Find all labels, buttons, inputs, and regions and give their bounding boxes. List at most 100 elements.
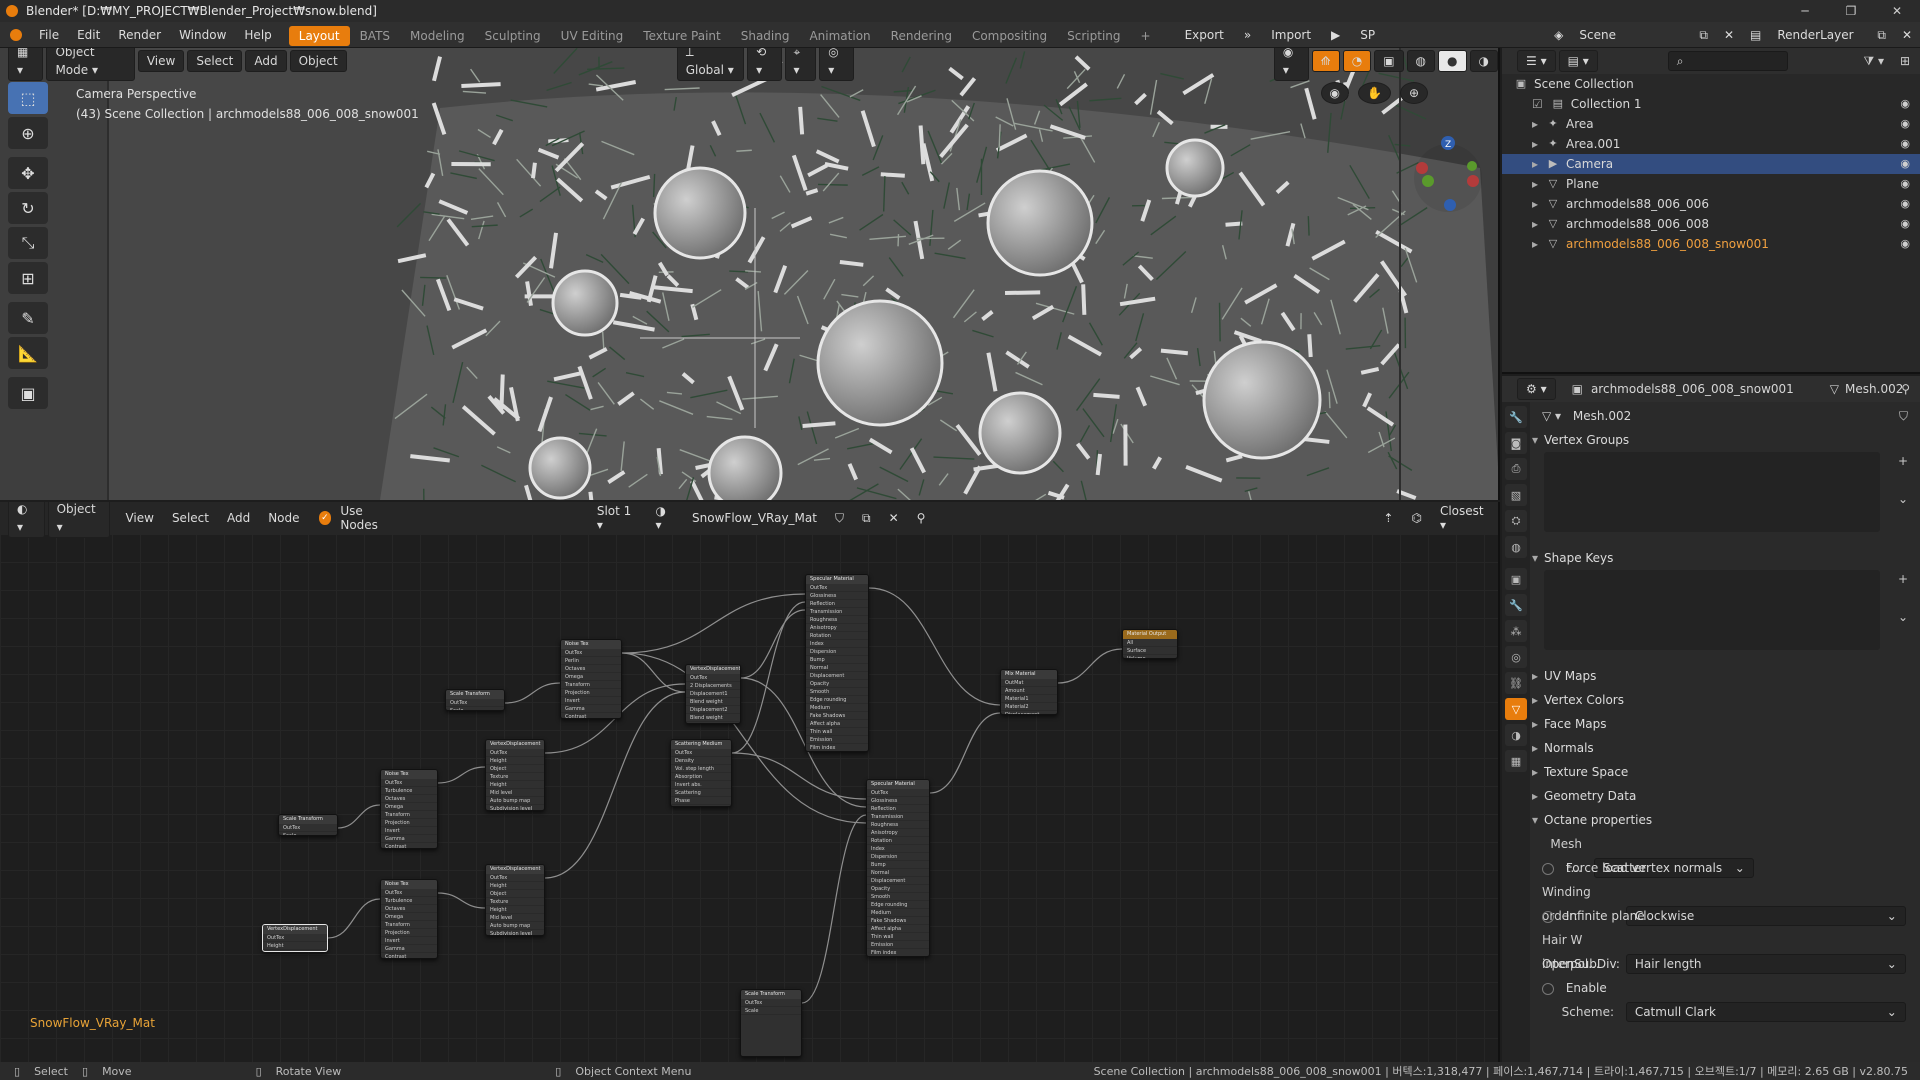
scale-icon[interactable]: ⤡ (8, 227, 48, 259)
node-socket[interactable]: Projection (381, 929, 437, 937)
node-socket[interactable]: Anisotropy (867, 829, 929, 837)
node-socket[interactable]: Transform (561, 681, 621, 689)
sp-button[interactable]: SP (1350, 28, 1385, 42)
visibility-eye-icon[interactable]: ◉ (1900, 154, 1910, 174)
node-socket[interactable]: OutTex (279, 824, 337, 832)
pan-view-icon[interactable]: ✋ (1357, 82, 1391, 104)
viewport-menu-select[interactable]: Select (187, 50, 243, 72)
node-socket[interactable]: Rotation (867, 837, 929, 845)
object-tab-icon[interactable]: ▣ (1505, 568, 1527, 590)
3d-viewport[interactable]: Z ▦ ▾ Object Mode ▾ View Select Add Object … (0, 48, 1500, 500)
physics-tab-icon[interactable]: ◎ (1505, 646, 1527, 668)
expand-arrow-icon[interactable]: ▸ (1532, 194, 1538, 214)
texture-space-panel[interactable]: Texture Space (1530, 760, 1920, 784)
node-menu-node[interactable]: Node (259, 511, 308, 525)
node-socket[interactable]: Emission (671, 805, 731, 806)
node-socket[interactable]: Displacement (1001, 711, 1057, 714)
node-socket[interactable]: Invert (381, 937, 437, 945)
node-vertexdisplacement[interactable]: VertexDisplacementOutTexHeightObjectText… (262, 924, 328, 952)
editor-type-button[interactable]: ▦ ▾ (8, 48, 44, 81)
node-socket[interactable]: Surface (1123, 647, 1177, 655)
node-socket[interactable]: Normal (867, 869, 929, 877)
node-socket[interactable]: Auto bump map (486, 797, 544, 805)
add-cube-icon[interactable]: ▣ (8, 377, 48, 409)
workspace-tab-rendering[interactable]: Rendering (881, 26, 962, 46)
material-tab-icon[interactable]: ◑ (1505, 724, 1527, 746)
node-socket[interactable]: Scale (741, 1007, 801, 1015)
outliner-item-area[interactable]: ▸ ✦ Area ◉ (1502, 114, 1920, 134)
node-noise-tex[interactable]: Noise Tex OutTex Turbulence Octaves Omega Tra… (380, 769, 438, 849)
orientation-selector[interactable]: ⟂ Global ▾ (676, 48, 745, 81)
node-noise-tex[interactable]: Noise Tex OutTex Perlin Octaves Omega Transfo… (560, 639, 622, 719)
node-socket[interactable]: Affect alpha (867, 925, 929, 933)
node-socket[interactable]: Texture (486, 898, 544, 906)
node-socket[interactable]: OutTex (381, 779, 437, 787)
close-layer-icon[interactable]: ✕ (1894, 28, 1920, 42)
slot-selector[interactable]: Slot 1 ▾ (588, 504, 647, 532)
menu-window[interactable]: Window (170, 22, 235, 48)
node-socket[interactable]: OutTex (686, 674, 740, 682)
node-socket[interactable]: Contrast (381, 843, 437, 848)
menu-edit[interactable]: Edit (68, 22, 109, 48)
add-vertex-group-icon[interactable]: + (1898, 454, 1908, 468)
node-specular-material[interactable]: Specular Material OutTex Glossiness Reflect… (866, 779, 930, 957)
node-socket[interactable]: Film index (806, 744, 868, 751)
infinite-plane-checkbox[interactable] (1542, 910, 1554, 923)
pivot-selector[interactable]: ⟲ ▾ (747, 48, 782, 81)
node-socket[interactable]: OutMat (1001, 679, 1057, 687)
scene-selector[interactable]: Scene (1571, 28, 1691, 42)
proportional-toggle[interactable]: ◎ ▾ (819, 48, 854, 81)
shape-keys-panel[interactable]: Shape Keys (1530, 546, 1920, 570)
outliner-type-button[interactable]: ☰ ▾ (1517, 50, 1556, 72)
node-socket[interactable]: Reflection (806, 600, 868, 608)
node-socket[interactable]: Emission (806, 736, 868, 744)
workspace-tab-layout[interactable]: Layout (288, 26, 350, 46)
material-name[interactable]: SnowFlow_VRay_Mat (683, 511, 826, 525)
copy-layer-icon[interactable]: ⧉ (1869, 28, 1894, 43)
node-socket[interactable]: Displacement1 (686, 690, 740, 698)
transform-icon[interactable]: ⊞ (8, 262, 48, 294)
node-socket[interactable]: Turbulence (381, 787, 437, 795)
node-material-output[interactable]: Material Output All Surface Volume (1122, 629, 1178, 659)
force-load-checkbox[interactable] (1542, 862, 1554, 875)
workspace-tab-shading[interactable]: Shading (731, 26, 800, 46)
enable-checkbox[interactable] (1542, 982, 1554, 995)
node-vertexdisplacement[interactable]: VertexDisplacementOutTexHeightObjectText… (485, 739, 545, 811)
face-maps-panel[interactable]: Face Maps (1530, 712, 1920, 736)
node-socket[interactable]: Object (263, 950, 327, 951)
node-socket[interactable]: Opacity (867, 885, 929, 893)
visibility-eye-icon[interactable]: ◉ (1900, 174, 1910, 194)
node-socket[interactable]: Transform (381, 921, 437, 929)
node-socket[interactable]: Roughness (806, 616, 868, 624)
node-socket[interactable]: Height (486, 882, 544, 890)
xray-toggle-icon[interactable]: ▣ (1374, 50, 1404, 72)
blender-menu-icon[interactable] (10, 28, 22, 41)
node-menu-select[interactable]: Select (163, 511, 218, 525)
fake-user-shield-icon[interactable]: ⛉ (1899, 404, 1908, 428)
node-socket[interactable]: Fake Shadows (806, 712, 868, 720)
expand-arrow-icon[interactable]: ▸ (1532, 214, 1538, 234)
node-socket[interactable]: Turbulence (381, 897, 437, 905)
node-socket[interactable]: Smooth (806, 688, 868, 696)
node-scattering-medium[interactable]: Scattering Medium OutTex Density Vol. step … (670, 739, 732, 807)
node-socket[interactable]: Height (486, 757, 544, 765)
node-socket[interactable]: OutTex (263, 934, 327, 942)
render-tab-icon[interactable]: ◙ (1505, 432, 1527, 454)
expand-arrow-icon[interactable]: ▸ (1532, 234, 1538, 254)
node-socket[interactable]: OutTex (446, 699, 504, 707)
node-menu-add[interactable]: Add (218, 511, 259, 525)
node-socket[interactable]: Transform (381, 811, 437, 819)
geometry-data-panel[interactable]: Geometry Data (1530, 784, 1920, 808)
node-socket[interactable]: Anisotropy (806, 624, 868, 632)
node-socket[interactable]: Phase (671, 797, 731, 805)
node-socket[interactable]: Thin wall (867, 933, 929, 941)
close-scene-icon[interactable]: ✕ (1716, 28, 1742, 42)
node-socket[interactable]: Texture (486, 773, 544, 781)
copy-scene-icon[interactable]: ⧉ (1691, 28, 1716, 43)
gizmo-toggle-icon[interactable]: ⟰ (1311, 50, 1340, 72)
duplicate-material-icon[interactable]: ⧉ (853, 511, 880, 526)
view-layer-tab-icon[interactable]: ▧ (1505, 484, 1527, 506)
maximize-button[interactable]: ❐ (1828, 0, 1874, 22)
workspace-tab-uv-editing[interactable]: UV Editing (551, 26, 634, 46)
select-box-icon[interactable]: ⬚ (8, 82, 48, 114)
